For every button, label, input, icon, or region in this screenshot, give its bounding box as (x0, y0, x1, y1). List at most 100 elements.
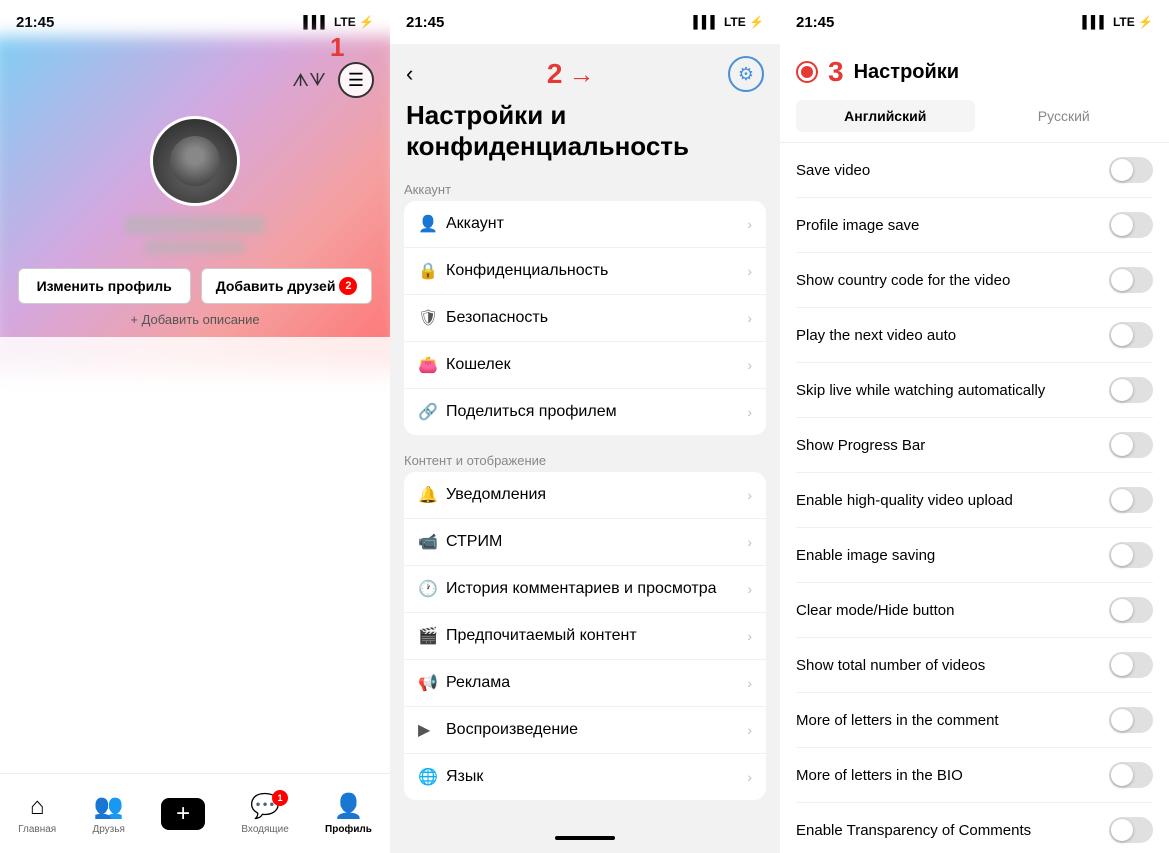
settings-item-history[interactable]: 🕐 История комментариев и просмотра › (404, 566, 766, 613)
toggle-switch-0[interactable] (1109, 157, 1153, 183)
toggle-switch-9[interactable] (1109, 652, 1153, 678)
ads-label: Реклама (446, 674, 747, 692)
settings-item-stream[interactable]: 📹 СТРИМ › (404, 519, 766, 566)
plus-button[interactable]: + (161, 798, 205, 830)
qr-icon[interactable]: ᗑᗐ (292, 70, 326, 91)
toggle-row-10: More of letters in the comment (796, 693, 1153, 748)
inbox-icon: 💬 1 (250, 792, 280, 821)
settings-item-account[interactable]: 👤 Аккаунт › (404, 201, 766, 248)
signal-1: ▌▌▌ (303, 15, 329, 29)
settings-item-ads[interactable]: 📢 Реклама › (404, 660, 766, 707)
settings-item-wallet[interactable]: 👛 Кошелек › (404, 342, 766, 389)
profile-icon: 👤 (334, 792, 364, 821)
settings-nav-row: ‹ 2 → ⚙ (406, 56, 764, 92)
edit-profile-button[interactable]: Изменить профиль (18, 268, 191, 304)
nav-item-inbox[interactable]: 💬 1 Входящие (241, 792, 288, 835)
toggle-label-5: Show Progress Bar (796, 437, 1109, 454)
panel-toggles: 21:45 ▌▌▌ LTE ⚡ 3 Настройки Английский Р… (780, 0, 1169, 853)
back-button[interactable]: ‹ (406, 61, 413, 87)
lte-3: LTE ⚡ (1113, 15, 1153, 29)
tab-russian[interactable]: Русский (975, 100, 1154, 132)
playback-icon: ▶ (418, 720, 446, 740)
step2-label: 2 (547, 58, 563, 90)
ads-icon: 📢 (418, 673, 446, 693)
menu-button[interactable]: ☰ (338, 62, 374, 98)
inbox-badge: 1 (272, 790, 288, 806)
toggle-switch-2[interactable] (1109, 267, 1153, 293)
friends-badge: 2 (339, 277, 357, 295)
add-description-button[interactable]: + Добавить описание (130, 312, 259, 327)
toggle-label-6: Enable high-quality video upload (796, 492, 1109, 509)
toggle-switch-8[interactable] (1109, 597, 1153, 623)
notifications-label: Уведомления (446, 486, 747, 504)
profile-buttons: Изменить профиль Добавить друзей 2 (18, 268, 373, 304)
chevron-playback: › (747, 722, 752, 738)
toggle-switch-4[interactable] (1109, 377, 1153, 403)
settings-item-preferred[interactable]: 🎬 Предпочитаемый контент › (404, 613, 766, 660)
toggle-row-8: Clear mode/Hide button (796, 583, 1153, 638)
toggle-switch-6[interactable] (1109, 487, 1153, 513)
tab-english[interactable]: Английский (796, 100, 975, 132)
inbox-label: Входящие (241, 824, 288, 835)
toggle-label-1: Profile image save (796, 217, 1109, 234)
toggle-switch-5[interactable] (1109, 432, 1153, 458)
friends-icon: 👥 (94, 792, 124, 821)
settings-item-notifications[interactable]: 🔔 Уведомления › (404, 472, 766, 519)
toggle-row-6: Enable high-quality video upload (796, 473, 1153, 528)
chevron-history: › (747, 581, 752, 597)
preferred-icon: 🎬 (418, 626, 446, 646)
signal-2: ▌▌▌ (693, 15, 719, 29)
toggle-switch-11[interactable] (1109, 762, 1153, 788)
scroll-indicator-2 (555, 836, 615, 840)
toggle-switch-1[interactable] (1109, 212, 1153, 238)
radio-button[interactable] (796, 61, 818, 83)
chevron-wallet: › (747, 357, 752, 373)
nav-item-profile[interactable]: 👤 Профиль (325, 792, 372, 835)
toggle-switch-10[interactable] (1109, 707, 1153, 733)
toggle-row-2: Show country code for the video (796, 253, 1153, 308)
settings-item-language[interactable]: 🌐 Язык › (404, 754, 766, 800)
settings-item-privacy[interactable]: 🔒 Конфиденциальность › (404, 248, 766, 295)
settings-item-share[interactable]: 🔗 Поделиться профилем › (404, 389, 766, 435)
notifications-icon: 🔔 (418, 485, 446, 505)
toggles-header: 3 Настройки Английский Русский (780, 44, 1169, 143)
step3-label: 3 (828, 56, 844, 88)
settings-scroll[interactable]: Аккаунт 👤 Аккаунт › 🔒 Конфиденциальность… (390, 174, 780, 853)
home-label: Главная (18, 824, 56, 835)
add-friends-label: Добавить друзей (216, 278, 336, 294)
signal-icons-2: ▌▌▌ LTE ⚡ (693, 15, 764, 29)
toggle-switch-12[interactable] (1109, 817, 1153, 843)
time-2: 21:45 (406, 14, 444, 31)
toggle-row-4: Skip live while watching automatically (796, 363, 1153, 418)
avatar-inner (153, 119, 237, 203)
toggle-row-7: Enable image saving (796, 528, 1153, 583)
toggle-switch-3[interactable] (1109, 322, 1153, 348)
bottom-nav: ⌂ Главная 👥 Друзья + 💬 1 Входящие 👤 Проф… (0, 773, 390, 853)
share-icon: 🔗 (418, 402, 446, 422)
toggles-scroll[interactable]: Save videoProfile image saveShow country… (780, 143, 1169, 853)
friends-label: Друзья (92, 824, 124, 835)
nav-item-friends[interactable]: 👥 Друзья (92, 792, 124, 835)
toggles-title: Настройки (854, 61, 960, 84)
chevron-privacy: › (747, 263, 752, 279)
chevron-stream: › (747, 534, 752, 550)
settings-header: ‹ 2 → ⚙ Настройки и конфиденциальность (390, 44, 780, 174)
add-friends-button[interactable]: Добавить друзей 2 (201, 268, 373, 304)
security-label: Безопасность (446, 309, 747, 327)
home-icon: ⌂ (30, 793, 45, 821)
settings-item-security[interactable]: 🛡 Безопасность › (404, 295, 766, 342)
nav-item-plus[interactable]: + (161, 798, 205, 830)
menu-btn-wrap: ☰ 1 (338, 62, 374, 98)
nav-item-home[interactable]: ⌂ Главная (18, 793, 56, 835)
panel-profile: 21:45 ▌▌▌ LTE ⚡ ᗑᗐ ☰ 1 (0, 0, 390, 853)
settings-gear-button[interactable]: ⚙ (728, 56, 764, 92)
chevron-ads: › (747, 675, 752, 691)
panel-settings: 21:45 ▌▌▌ LTE ⚡ ‹ 2 → ⚙ Настройки и конф… (390, 0, 780, 853)
radio-inner (801, 66, 813, 78)
step2-annotation: 2 → (413, 58, 728, 90)
settings-item-playback[interactable]: ▶ Воспроизведение › (404, 707, 766, 754)
profile-label: Профиль (325, 824, 372, 835)
signal-icons-1: ▌▌▌ LTE ⚡ (303, 15, 374, 29)
toggle-switch-7[interactable] (1109, 542, 1153, 568)
security-icon: 🛡 (418, 308, 446, 328)
